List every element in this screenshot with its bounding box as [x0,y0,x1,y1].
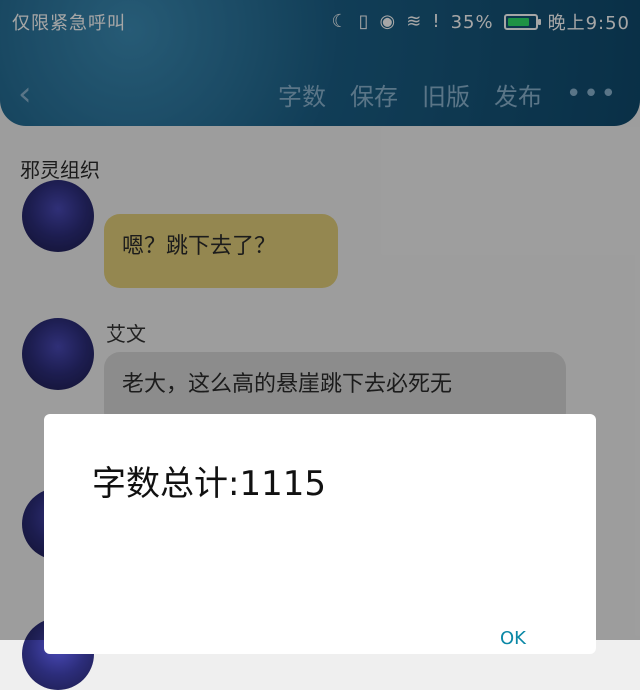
dialog-message: 字数总计:1115 [92,464,326,504]
ok-button[interactable]: OK [500,628,526,649]
word-count-dialog: 字数总计:1115 OK [44,414,596,654]
